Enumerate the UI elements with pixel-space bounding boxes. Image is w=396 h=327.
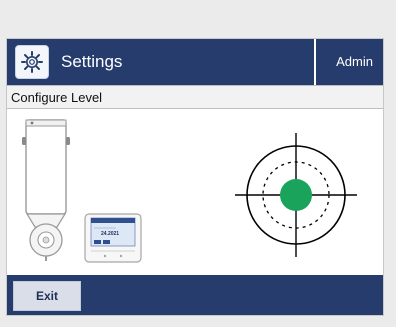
settings-button[interactable] — [15, 45, 49, 79]
section-header: Configure Level — [7, 85, 383, 109]
gear-icon — [21, 51, 43, 73]
bubble-level-graphic — [235, 133, 357, 257]
page-title: Settings — [61, 52, 123, 71]
exit-button[interactable]: Exit — [13, 281, 81, 311]
header-divider — [314, 39, 316, 85]
terminal-readout: 24.2021 — [101, 231, 119, 237]
balance-illustration: 24.2021 — [17, 115, 167, 265]
level-indicator — [231, 129, 361, 259]
level-bubble — [280, 179, 312, 211]
top-bar: Settings Admin — [7, 39, 383, 85]
user-name[interactable]: Admin — [336, 54, 373, 70]
content-area: 24.2021 — [7, 109, 383, 275]
bottom-bar: Exit — [7, 275, 383, 315]
section-title: Configure Level — [11, 90, 103, 105]
balance-device-image: 24.2021 — [22, 119, 142, 263]
settings-screen: Settings Admin Configure Level 24.2021 E… — [6, 38, 384, 316]
